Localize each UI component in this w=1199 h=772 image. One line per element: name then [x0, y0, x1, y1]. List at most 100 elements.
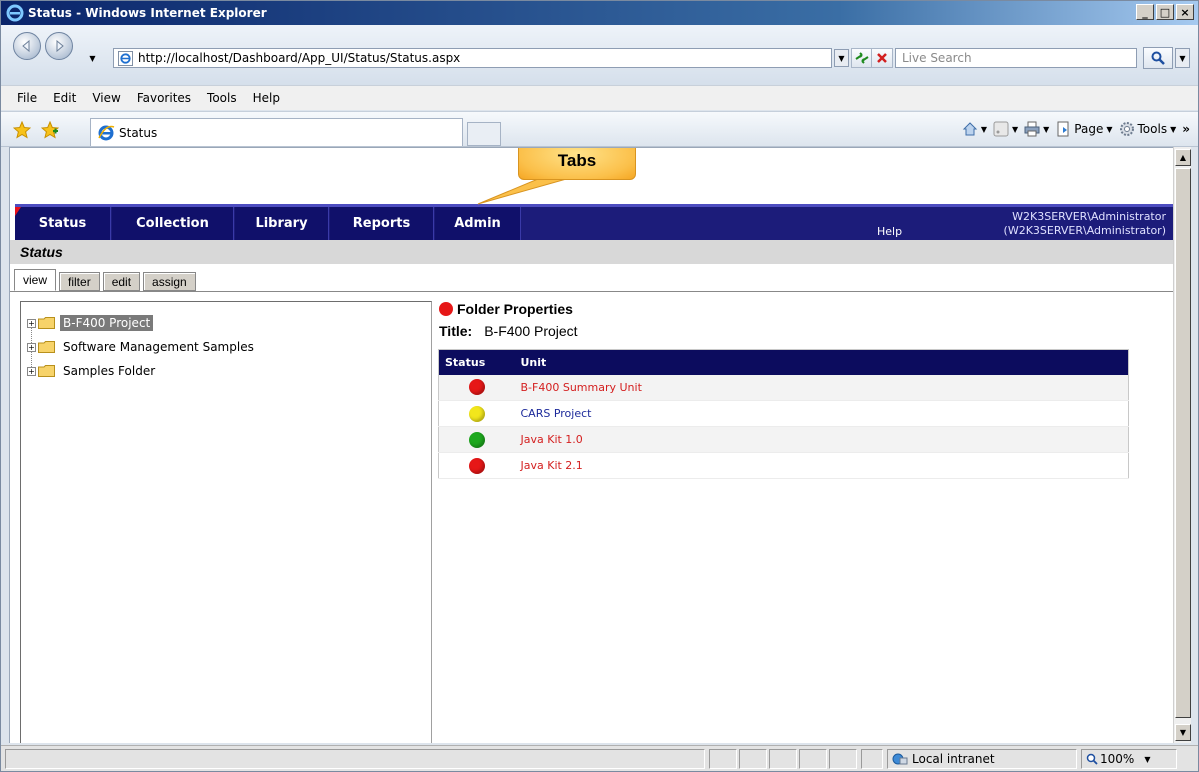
print-icon — [1024, 121, 1040, 137]
gear-icon — [1119, 122, 1134, 136]
expand-icon[interactable]: + — [27, 366, 36, 376]
menu-edit[interactable]: Edit — [45, 91, 84, 105]
folder-icon — [38, 317, 55, 329]
status-cell — [438, 452, 515, 479]
vertical-scrollbar[interactable]: ▲ ▼ — [1173, 147, 1191, 743]
minimize-button[interactable]: _ — [1136, 4, 1154, 20]
scroll-down-button[interactable]: ▼ — [1175, 724, 1191, 741]
unit-link[interactable]: B-F400 Summary Unit — [521, 381, 642, 394]
refresh-button[interactable] — [851, 48, 873, 68]
tab-assign[interactable]: assign — [143, 272, 196, 291]
properties-heading-text: Folder Properties — [457, 301, 573, 317]
zoom-control[interactable]: 100% ▼ — [1081, 749, 1177, 769]
expand-icon[interactable]: + — [27, 342, 36, 352]
menu-view[interactable]: View — [84, 91, 128, 105]
tab-view[interactable]: view — [14, 269, 57, 291]
user-info: W2K3SERVER\Administrator (W2K3SERVER\Adm… — [1004, 210, 1166, 238]
new-tab-button[interactable] — [467, 122, 501, 146]
unit-link[interactable]: CARS Project — [521, 407, 592, 420]
close-button[interactable]: × — [1176, 4, 1194, 20]
unit-link[interactable]: Java Kit 2.1 — [521, 459, 583, 472]
zoom-dropdown-icon[interactable]: ▼ — [1144, 755, 1150, 764]
expand-icon[interactable]: + — [27, 318, 36, 328]
tree-item[interactable]: + B-F400 Project — [27, 314, 154, 332]
help-link[interactable]: Help — [877, 225, 902, 238]
stop-icon — [877, 53, 887, 63]
feeds-button[interactable]: ▼ — [993, 121, 1018, 137]
app-tab-library[interactable]: Library — [235, 207, 329, 240]
search-icon — [1151, 51, 1165, 65]
browser-tab-status[interactable]: Status — [90, 118, 463, 146]
app-tab-reports[interactable]: Reports — [330, 207, 434, 240]
add-favorites-icon[interactable] — [41, 121, 59, 139]
tree-item[interactable]: + Software Management Samples — [27, 338, 257, 356]
tab-edit[interactable]: edit — [102, 272, 141, 291]
folder-status-icon — [439, 302, 453, 316]
menu-file[interactable]: File — [9, 91, 45, 105]
app-tab-collection-label: Collection — [136, 216, 209, 231]
tabs-callout: Tabs — [518, 148, 636, 180]
view-tabs: view filter edit assign — [14, 269, 199, 291]
tools-dropdown-icon: ▼ — [1170, 124, 1177, 134]
search-button[interactable] — [1143, 47, 1173, 69]
home-dropdown-icon[interactable]: ▼ — [981, 125, 987, 134]
title-bar: Status - Windows Internet Explorer _ □ × — [1, 1, 1198, 25]
app-tab-admin[interactable]: Admin — [435, 207, 521, 240]
column-header-status: Status — [438, 349, 515, 375]
unit-cell: B-F400 Summary Unit — [514, 374, 1129, 401]
app-nav-bar: Status Collection Library Reports Admin … — [15, 204, 1173, 240]
app-tab-status[interactable]: Status — [15, 207, 111, 240]
address-input[interactable]: http://localhost/Dashboard/App_UI/Status… — [113, 48, 832, 68]
app-tab-library-label: Library — [255, 216, 308, 231]
tabs-divider — [10, 291, 1173, 292]
unit-cell: CARS Project — [514, 400, 1129, 427]
security-zone-label: Local intranet — [912, 752, 995, 766]
app-tab-collection[interactable]: Collection — [112, 207, 234, 240]
page-favicon-icon — [118, 50, 133, 66]
favorites-star-icon[interactable] — [13, 121, 31, 139]
menu-tools[interactable]: Tools — [199, 91, 245, 105]
maximize-button[interactable]: □ — [1156, 4, 1174, 20]
feeds-dropdown-icon[interactable]: ▼ — [1012, 125, 1018, 134]
menu-favorites[interactable]: Favorites — [129, 91, 199, 105]
status-bar: Local intranet 100% ▼ — [1, 745, 1198, 771]
home-button[interactable]: ▼ — [962, 121, 987, 137]
status-cell — [438, 426, 515, 453]
search-options-button[interactable]: ▼ — [1175, 48, 1190, 68]
chevron-more-icon[interactable]: » — [1182, 122, 1190, 136]
app-tab-status-label: Status — [38, 216, 87, 231]
ie-logo-icon — [6, 4, 24, 22]
search-placeholder: Live Search — [902, 51, 972, 65]
tree-item[interactable]: + Samples Folder — [27, 362, 158, 380]
menu-help[interactable]: Help — [245, 91, 288, 105]
print-dropdown-icon[interactable]: ▼ — [1043, 125, 1049, 134]
column-header-unit: Unit — [514, 349, 1129, 375]
address-dropdown-button[interactable]: ▼ — [834, 49, 849, 67]
properties-heading: Folder Properties — [439, 301, 1139, 317]
tools-menu-button[interactable]: Tools ▼ — [1119, 121, 1177, 137]
status-pane — [861, 749, 883, 769]
user-name: W2K3SERVER\Administrator — [1012, 210, 1166, 223]
back-button[interactable] — [13, 32, 41, 60]
status-pane — [709, 749, 737, 769]
scroll-thumb[interactable] — [1175, 168, 1191, 718]
print-button[interactable]: ▼ — [1024, 121, 1049, 137]
window-title: Status - Windows Internet Explorer — [28, 6, 267, 20]
forward-button[interactable] — [45, 32, 73, 60]
page-menu-button[interactable]: Page ▼ — [1055, 121, 1113, 137]
unit-link[interactable]: Java Kit 1.0 — [521, 433, 583, 446]
refresh-icon — [855, 52, 869, 64]
history-dropdown-icon[interactable]: ▼ — [85, 49, 100, 67]
tree-item-label: Samples Folder — [63, 364, 156, 378]
tab-filter[interactable]: filter — [59, 272, 100, 291]
status-pane — [829, 749, 857, 769]
stop-button[interactable] — [871, 48, 893, 68]
zoom-level: 100% — [1100, 752, 1135, 766]
command-bar: ▼ ▼ ▼ Page ▼ Tools ▼ » — [962, 121, 1190, 137]
status-indicator-icon — [468, 379, 485, 396]
security-zone[interactable]: Local intranet — [887, 749, 1077, 769]
url-text: http://localhost/Dashboard/App_UI/Status… — [138, 51, 461, 65]
tree-item-label: B-F400 Project — [60, 315, 154, 331]
scroll-up-button[interactable]: ▲ — [1175, 149, 1191, 166]
search-input[interactable]: Live Search — [895, 48, 1137, 68]
